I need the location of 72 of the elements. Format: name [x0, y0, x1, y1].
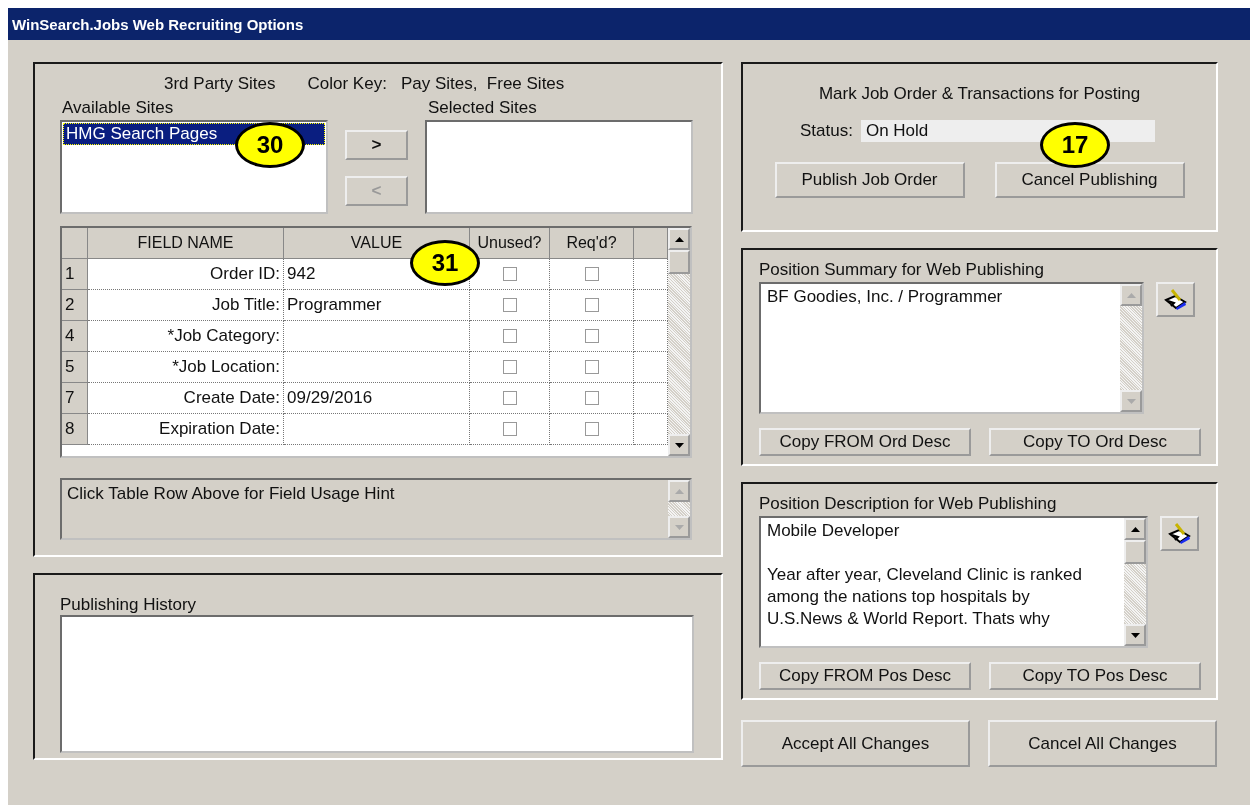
row-number: 7 [62, 383, 88, 414]
description-field[interactable]: Mobile Developer Year after year, Cleveland Clinic is ranked among the nations top hospitals by U.S.News & World Report. Thats why [759, 516, 1148, 648]
action-button[interactable]: Cancel All Changes [988, 720, 1217, 767]
scrollbar[interactable] [1124, 518, 1146, 646]
color-key-label: Color Key: [307, 74, 387, 95]
table-cell: Job Title: [88, 290, 284, 321]
history-field[interactable] [60, 615, 694, 753]
checkbox[interactable] [584, 422, 599, 436]
copy-button[interactable]: Copy FROM Pos Desc [759, 662, 971, 690]
edit-button[interactable] [1156, 282, 1195, 317]
copy-button[interactable]: Copy TO Ord Desc [989, 428, 1201, 456]
checkbox[interactable] [502, 298, 517, 312]
action-button[interactable]: Publish Job Order [774, 162, 965, 198]
scroll-down-icon [674, 524, 684, 530]
table-cell: Create Date: [88, 383, 284, 414]
table-cell: Programmer [284, 290, 470, 321]
section-heading: 3rd Party Sites [164, 74, 276, 95]
window-title: WinSearch.Jobs Web Recruiting Options [8, 8, 1250, 40]
checkbox[interactable] [502, 329, 517, 343]
row-number: 4 [62, 321, 88, 352]
action-button[interactable]: Cancel Publishing [994, 162, 1185, 198]
checkbox[interactable] [584, 267, 599, 281]
scroll-up-icon [1126, 292, 1136, 298]
copy-button[interactable]: Copy TO Pos Desc [989, 662, 1201, 690]
section-heading: Mark Job Order & Transactions for Posting [818, 84, 1141, 104]
table-cell: *Job Category: [88, 321, 284, 352]
field-label: Position Summary for Web Publishing [759, 260, 1045, 279]
scroll-down-icon [674, 442, 684, 448]
row-number: 8 [62, 414, 88, 445]
scrollbar[interactable] [1120, 284, 1142, 412]
checkbox[interactable] [502, 360, 517, 374]
row-number: 2 [62, 290, 88, 321]
pen-paper-icon [1166, 521, 1193, 546]
scroll-up-icon [674, 488, 684, 494]
copy-button[interactable]: Copy FROM Ord Desc [759, 428, 971, 456]
checkbox[interactable] [584, 329, 599, 343]
table-cell: Expiration Date: [88, 414, 284, 445]
scroll-up-icon [1130, 526, 1140, 532]
edit-button[interactable] [1160, 516, 1199, 551]
checkbox[interactable] [584, 360, 599, 374]
table-cell: 09/29/2016 [284, 383, 470, 414]
column-header: Unused? [470, 228, 550, 259]
scrollbar[interactable] [668, 480, 690, 538]
scroll-down-icon [1130, 632, 1140, 638]
column-header: FIELD NAME [88, 228, 284, 259]
scroll-down-icon [1126, 398, 1136, 404]
scroll-thumb[interactable] [668, 250, 690, 274]
scroll-thumb[interactable] [1124, 540, 1146, 564]
column-header: Req'd? [550, 228, 634, 259]
checkbox[interactable] [502, 267, 517, 281]
list-label: Selected Sites [428, 98, 537, 119]
row-number: 1 [62, 259, 88, 290]
action-button[interactable]: Accept All Changes [741, 720, 970, 767]
color-key: Pay Sites, Free Sites [400, 74, 565, 98]
checkbox[interactable] [584, 391, 599, 405]
checkbox[interactable] [502, 391, 517, 405]
list-label: Available Sites [61, 98, 175, 119]
selected-sites-list[interactable] [425, 120, 693, 214]
summary-field[interactable]: BF Goodies, Inc. / Programmer [759, 282, 1144, 414]
status-label: Status: [800, 121, 853, 141]
table-cell: *Job Location: [88, 352, 284, 383]
scroll-up-icon [674, 236, 684, 242]
row-number: 5 [62, 352, 88, 383]
table-cell: Order ID: [88, 259, 284, 290]
pen-paper-icon [1162, 287, 1189, 312]
hint-field[interactable]: Click Table Row Above for Field Usage Hint [60, 478, 692, 540]
field-label: Position Description for Web Publishing [759, 494, 1057, 513]
field-label: Publishing History [60, 595, 197, 614]
checkbox[interactable] [502, 422, 517, 436]
checkbox[interactable] [584, 298, 599, 312]
add-button[interactable]: > [345, 130, 408, 160]
scrollbar[interactable] [668, 228, 690, 456]
